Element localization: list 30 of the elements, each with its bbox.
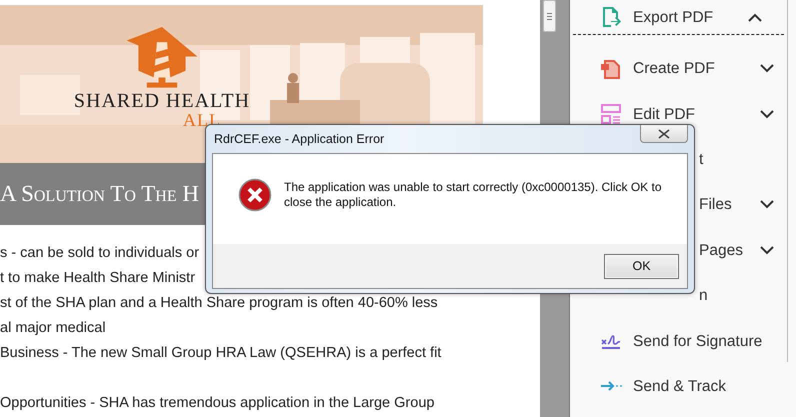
tool-item[interactable]: Edit PDF — [633, 104, 696, 124]
chevron-icon[interactable] — [760, 200, 774, 210]
tool-item[interactable]: n — [699, 286, 708, 306]
tool-item[interactable]: Create PDF — [633, 59, 715, 78]
body-text-line: Business - The new Small Group HRA Law (QSEHRA) is a perfect fit — [0, 344, 442, 363]
tool-item[interactable]: Send for Signature — [633, 332, 762, 351]
body-text-line: al major medical — [0, 319, 107, 338]
chevron-icon[interactable] — [748, 12, 762, 22]
file-arrow-icon — [600, 6, 622, 28]
error-icon — [238, 178, 272, 212]
body-text-line: st of the SHA plan and a Health Share program is often 40-60% less — [0, 294, 439, 313]
body-text-line: t to make Health Share Ministr — [0, 269, 196, 288]
ok-button[interactable]: OK — [604, 254, 679, 278]
tool-item[interactable]: Pages — [699, 240, 743, 260]
tool-item[interactable]: Export PDF — [633, 8, 714, 26]
document-plus-icon — [600, 58, 622, 80]
tool-item[interactable]: Files — [699, 195, 732, 214]
scrollbar-thumb[interactable] — [543, 0, 556, 32]
body-text-line: s - can be sold to individuals or — [0, 244, 200, 263]
body-text-line: Opportunities - SHA has tremendous application in the Large Group — [0, 394, 436, 413]
chevron-icon[interactable] — [760, 246, 774, 255]
close-icon — [658, 128, 670, 138]
tool-item[interactable]: Send & Track — [633, 376, 726, 396]
close-button[interactable] — [640, 125, 688, 143]
chevron-icon[interactable] — [760, 64, 774, 74]
tool-item[interactable]: t — [699, 150, 704, 169]
chevron-icon[interactable] — [760, 110, 774, 119]
dialog-title: RdrCEF.exe - Application Error — [213, 132, 384, 146]
layout-icon — [600, 103, 622, 126]
logo-name: SHARED HEALTH — [74, 91, 250, 111]
